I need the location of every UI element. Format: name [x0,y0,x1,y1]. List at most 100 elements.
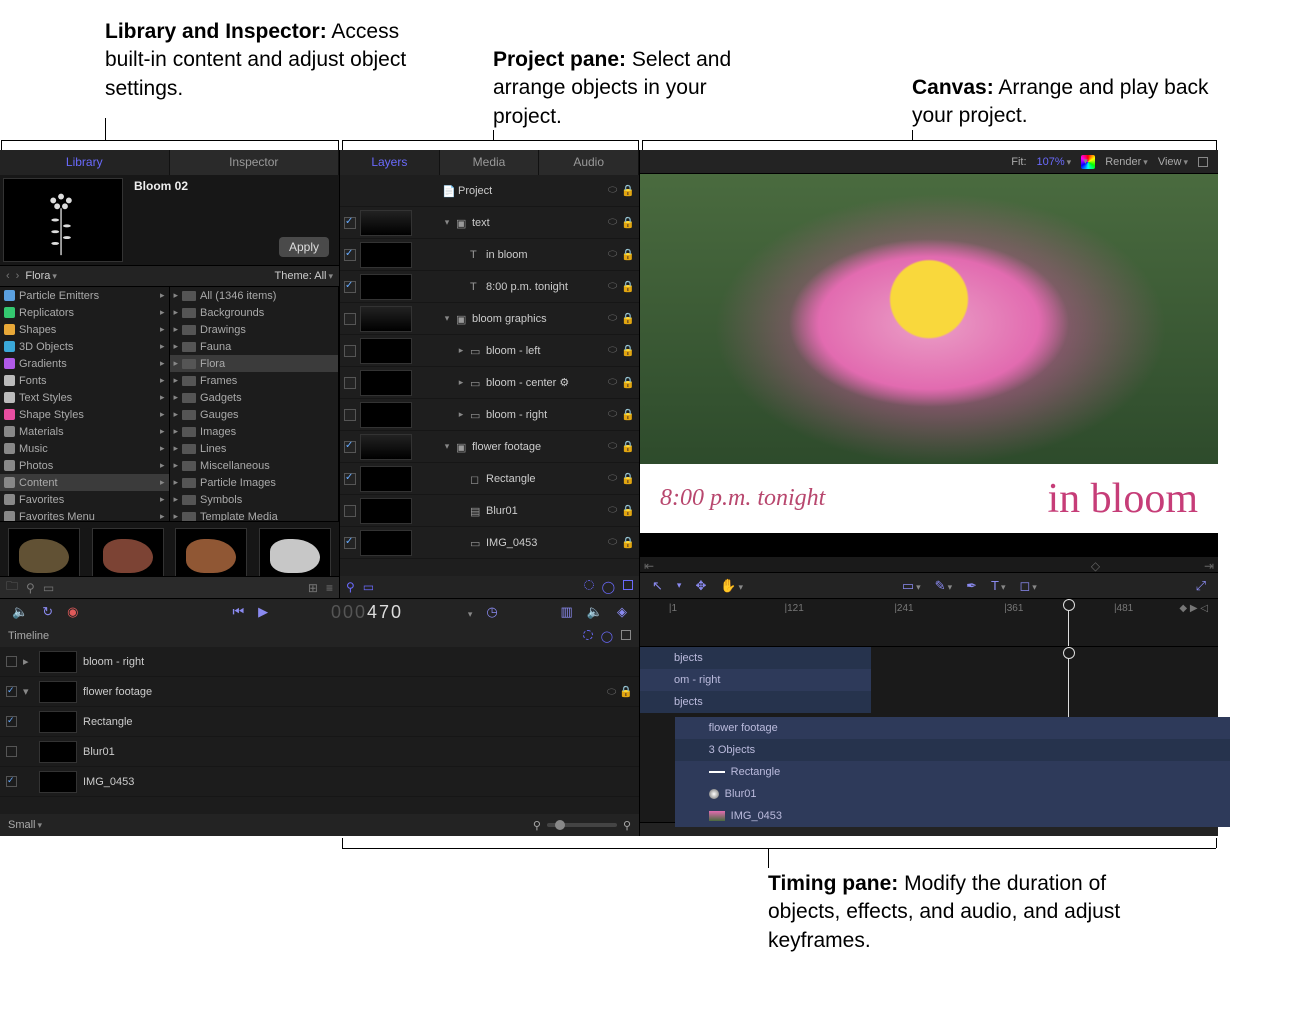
lock-icon[interactable]: 🔒 [621,376,635,389]
subcategory-item[interactable]: ▸Frames [170,372,339,389]
select-tool-icon[interactable]: ↖ [652,578,663,594]
mask-tool-icon[interactable]: ◻ [1020,578,1037,594]
zoom-out-icon[interactable]: ⚲ [533,819,541,832]
tl-mask-icon[interactable] [583,630,593,640]
behavior-icon[interactable]: ◯ [602,580,615,594]
link-icon[interactable]: ⬭ [608,504,617,517]
timeline-row[interactable]: IMG_0453 [0,767,639,797]
library-thumb[interactable]: Autumn Border [174,528,250,576]
color-channels-icon[interactable] [1081,155,1095,169]
record-icon[interactable]: ◉ [67,604,78,620]
tl-visibility-checkbox[interactable] [6,656,17,667]
link-icon[interactable]: ⬭ [608,536,617,549]
lock-icon[interactable]: 🔒 [621,248,635,261]
category-item[interactable]: Shapes▸ [0,321,169,338]
link-icon[interactable]: ⬭ [608,312,617,325]
layer-row[interactable]: ◻Rectangle⬭🔒 [340,463,639,495]
category-item[interactable]: Replicators▸ [0,304,169,321]
category-item[interactable]: Content▸ [0,474,169,491]
text-tool-icon[interactable]: T [991,578,1005,593]
tab-layers[interactable]: Layers [340,150,440,175]
go-to-start-icon[interactable]: ⏮ [232,604,244,620]
timeline-tracks[interactable]: bjectsom - rightbjectsflower footage3 Ob… [640,647,1218,822]
track-clip[interactable]: IMG_0453 [675,805,1230,827]
lock-icon[interactable]: 🔒 [621,440,635,453]
timeline-row[interactable]: ▾ flower footage ⬭ 🔒 [0,677,639,707]
tab-audio[interactable]: Audio [539,150,639,175]
library-thumb[interactable]: Autumn Aspen [90,528,166,576]
timecode-display[interactable]: 000000470470 [331,602,403,623]
lock-icon[interactable]: 🔒 [621,344,635,357]
search-icon[interactable]: ⚲ [26,581,35,595]
timeline-layer-list[interactable]: ▸ bloom - right ▾ flower footage ⬭ 🔒 Rec… [0,647,639,814]
timeline-row[interactable]: Rectangle [0,707,639,737]
bezier-tool-icon[interactable]: ✒ [966,578,977,594]
timeline-ruler[interactable]: ◆ ▶ ◁ |1|121|241|361|481 [640,599,1218,647]
zoom-in-icon[interactable]: ⚲ [623,819,631,832]
layer-row[interactable]: ▾▣bloom graphics⬭🔒 [340,303,639,335]
disclosure-icon[interactable]: ▸ [456,377,466,388]
timeline-view-icon[interactable]: ▥ [561,604,573,620]
track-clip[interactable]: Rectangle [675,761,1230,783]
layer-row[interactable]: 📄Project⬭🔒 [340,175,639,207]
subcategory-item[interactable]: ▸Backgrounds [170,304,339,321]
new-folder-icon[interactable]: 🗀 [6,577,18,598]
subcategory-item[interactable]: ▸Particle Images [170,474,339,491]
layer-visibility-checkbox[interactable] [344,249,356,261]
play-icon[interactable]: ▶ [258,604,268,620]
render-popup[interactable]: Render [1105,156,1148,168]
tl-behavior-icon[interactable]: ◯ [601,630,613,643]
link-icon[interactable]: ⬭ [608,280,617,293]
layer-visibility-checkbox[interactable] [344,409,356,421]
path-popup[interactable]: Flora [25,270,57,282]
tl-visibility-checkbox[interactable] [6,716,17,727]
subcategory-item[interactable]: ▸Template Media [170,508,339,521]
library-thumb[interactable]: Arabesque [6,528,82,576]
link-icon[interactable]: ⬭ [608,248,617,261]
playhead[interactable] [1068,599,1069,646]
layer-visibility-checkbox[interactable] [344,217,356,229]
audio-icon[interactable]: 🔈 [12,604,28,620]
layer-row[interactable]: T8:00 p.m. tonight⬭🔒 [340,271,639,303]
lock-icon[interactable]: 🔒 [621,472,635,485]
track-clip[interactable]: 3 Objects [675,739,1230,761]
tl-visibility-checkbox[interactable] [6,776,17,787]
track-clip[interactable]: bjects [640,691,871,713]
category-item[interactable]: Materials▸ [0,423,169,440]
frame-icon[interactable]: ▭ [363,580,374,594]
category-item[interactable]: Music▸ [0,440,169,457]
timeline-row[interactable]: Blur01 [0,737,639,767]
subcategory-item[interactable]: ▸Lines [170,440,339,457]
link-icon[interactable]: ⬭ [608,408,617,421]
track-clip[interactable]: om - right [640,669,871,691]
category-item[interactable]: Particle Emitters▸ [0,287,169,304]
layer-row[interactable]: ▤Blur01⬭🔒 [340,495,639,527]
lock-icon[interactable]: 🔒 [621,408,635,421]
tl-visibility-checkbox[interactable] [6,686,17,697]
pan-tool-icon[interactable]: ✋ [720,578,743,594]
list-view-icon[interactable]: ≡ [326,581,333,595]
nav-forward-icon[interactable]: › [16,270,20,282]
category-item[interactable]: Fonts▸ [0,372,169,389]
bin-icon[interactable]: ▭ [43,581,54,595]
category-item[interactable]: Shape Styles▸ [0,406,169,423]
link-icon[interactable]: ⬭ [608,376,617,389]
zoom-popup[interactable]: 107% [1037,156,1072,168]
tab-media[interactable]: Media [440,150,540,175]
zoom-slider[interactable] [547,823,617,827]
track-clip[interactable]: bjects [640,647,871,669]
link-icon[interactable]: ⬭ [608,344,617,357]
timecode-menu[interactable] [466,605,473,620]
lock-icon[interactable]: 🔒 [621,536,635,549]
lock-icon[interactable]: 🔒 [621,184,635,197]
mask-icon[interactable] [584,580,594,590]
paint-tool-icon[interactable]: ✎ [935,578,952,594]
layer-visibility-checkbox[interactable] [344,537,356,549]
track-clip[interactable]: Blur01 [675,783,1230,805]
category-item[interactable]: Favorites▸ [0,491,169,508]
layer-row[interactable]: ▭IMG_0453⬭🔒 [340,527,639,559]
lock-icon[interactable]: 🔒 [621,280,635,293]
subcategory-item[interactable]: ▸Flora [170,355,339,372]
layer-row[interactable]: ▸▭bloom - center ⚙⬭🔒 [340,367,639,399]
subcategory-item[interactable]: ▸Symbols [170,491,339,508]
